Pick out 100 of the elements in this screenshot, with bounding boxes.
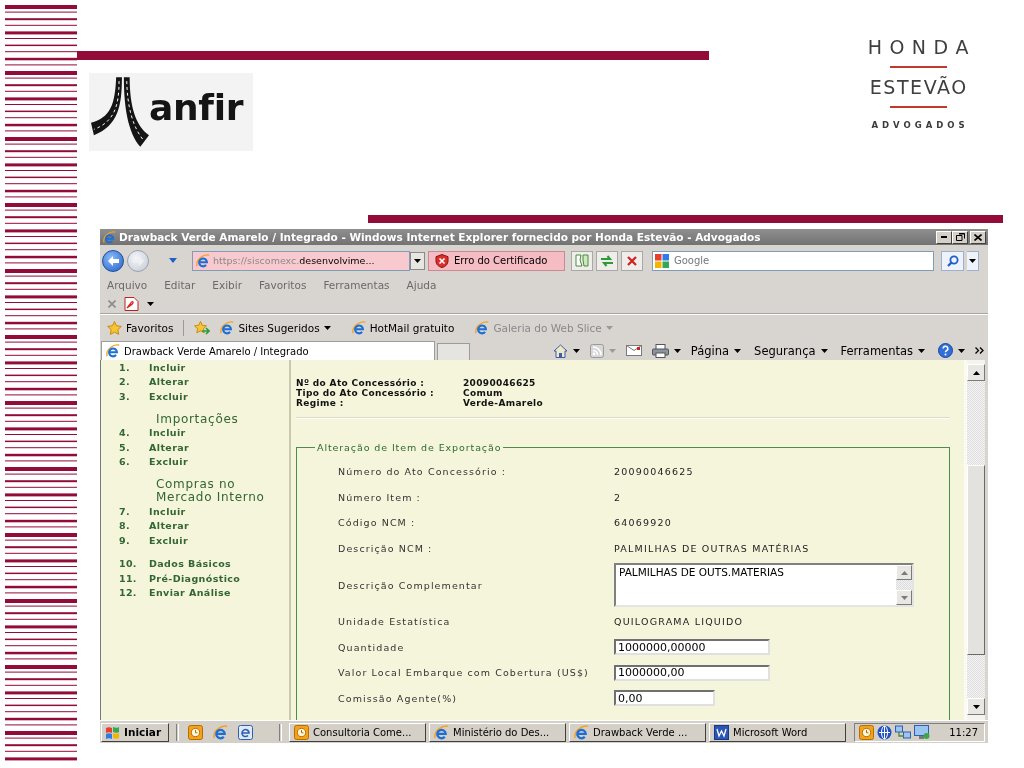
command-menu-button[interactable]: Página <box>690 343 742 358</box>
search-field[interactable]: Google <box>652 250 934 271</box>
close-button[interactable] <box>970 230 986 244</box>
menu-link[interactable]: Incluir <box>149 427 186 439</box>
caret-icon <box>820 348 828 353</box>
error-shield-icon <box>435 253 449 268</box>
printer-icon[interactable] <box>651 343 669 358</box>
menu-item[interactable]: Favoritos <box>258 279 307 291</box>
logo-tagline: ADVOGADOS <box>870 120 969 130</box>
mail-icon[interactable] <box>625 345 642 356</box>
browser-page-icon[interactable] <box>238 724 253 740</box>
group-legend: Alteração de Item de Exportação <box>315 442 504 453</box>
refresh-button[interactable] <box>596 250 618 271</box>
caret-icon[interactable] <box>673 348 681 353</box>
scroll-up-button[interactable] <box>967 364 985 381</box>
input-field[interactable]: 1000000,00000 <box>614 639 770 656</box>
browser-icon[interactable] <box>213 724 228 740</box>
chevron-icon[interactable] <box>975 347 984 354</box>
browser-icon <box>106 344 120 358</box>
maximize-button[interactable] <box>952 230 968 244</box>
up-arrow-icon <box>972 370 980 375</box>
section-heading: Compras no Mercado Interno <box>155 478 266 504</box>
scrollbar-track[interactable] <box>896 580 912 590</box>
globe-icon[interactable] <box>877 724 892 740</box>
down-arrow-icon <box>900 595 908 600</box>
menu-item[interactable]: Arquivo <box>107 279 148 291</box>
right-arrow-icon <box>132 255 144 266</box>
scrollbar-thumb[interactable] <box>967 465 985 655</box>
browser-tab[interactable]: Drawback Verde Amarelo / Integrado <box>101 341 435 360</box>
record-label: Regime : <box>296 398 345 408</box>
menu-link[interactable]: Pré-Diagnóstico <box>149 572 241 584</box>
browser-icon <box>434 724 449 740</box>
field-value: 20090046625 <box>614 466 694 478</box>
caret-icon[interactable] <box>572 348 580 353</box>
help-icon[interactable] <box>938 343 953 358</box>
field-label: Valor Local Embarque com Cobertura (US$) <box>338 667 590 679</box>
pdf-icon[interactable] <box>124 296 139 311</box>
caret-icon[interactable] <box>147 301 154 306</box>
record-value: Verde-Amarelo <box>463 398 545 408</box>
network-icon[interactable] <box>895 724 911 740</box>
taskbar-button[interactable]: Microsoft Word <box>709 722 846 742</box>
item-number: 10. <box>119 558 138 570</box>
menu-link[interactable]: Incluir <box>149 505 186 517</box>
logo-text: ESTEVÃO <box>868 77 968 98</box>
command-menu-button[interactable]: Ferramentas <box>840 343 925 358</box>
clock-icon[interactable] <box>188 724 203 740</box>
input-field[interactable]: 0,00 <box>614 690 715 707</box>
menu-link[interactable]: Excluir <box>149 534 188 546</box>
stop-button[interactable] <box>621 250 643 271</box>
item-number: 1. <box>119 361 131 373</box>
item-number: 11. <box>119 572 138 584</box>
start-button[interactable]: Iniciar <box>101 722 169 742</box>
dropdown-button[interactable] <box>410 251 425 270</box>
favorites-link[interactable]: Sites Sugeridos <box>220 320 331 335</box>
down-arrow-icon <box>972 704 980 709</box>
logo-text: HONDA <box>866 37 976 58</box>
input-field[interactable]: 1000000,00 <box>614 664 770 681</box>
command-menu-button[interactable]: Segurança <box>754 343 828 358</box>
menu-item[interactable]: Ferramentas <box>323 279 390 291</box>
menu-link[interactable]: Alterar <box>149 376 190 388</box>
certificate-error-button[interactable]: Erro do Certificado <box>428 250 565 271</box>
minimize-button[interactable] <box>936 230 952 244</box>
home-icon[interactable] <box>552 343 568 358</box>
item-number: 7. <box>119 505 131 517</box>
caret-icon <box>969 258 976 263</box>
taskbar-button[interactable]: Ministério do Des... <box>429 722 566 742</box>
menu-link[interactable]: Alterar <box>149 520 190 532</box>
back-button[interactable] <box>102 249 124 272</box>
search-icon <box>946 254 959 267</box>
menu-link[interactable]: Alterar <box>149 441 190 453</box>
caret-icon <box>414 258 421 263</box>
field-label: Quantidade <box>338 641 406 653</box>
monitor-icon[interactable] <box>914 724 930 740</box>
search-button[interactable] <box>941 250 964 271</box>
menu-link[interactable]: Dados Básicos <box>149 558 232 570</box>
search-options-button[interactable] <box>967 250 979 271</box>
taskbar-button[interactable]: Drawback Verde ... <box>569 722 706 742</box>
caret-icon[interactable] <box>958 348 965 353</box>
scroll-down-button[interactable] <box>967 698 985 715</box>
menu-link[interactable]: Excluir <box>149 456 188 468</box>
menu-link[interactable]: Incluir <box>149 361 186 373</box>
favorites-button[interactable]: Favoritos <box>107 320 174 335</box>
address-field[interactable]: https://siscomexc.desenvolvime... <box>192 250 410 271</box>
browser-icon <box>103 230 116 244</box>
text-area[interactable]: PALMILHAS DE OUTS.MATERIAS <box>614 563 914 607</box>
menu-link[interactable]: Excluir <box>149 390 188 402</box>
menu-link[interactable]: Enviar Análise <box>149 587 231 599</box>
menu-item[interactable]: Exibir <box>212 279 242 291</box>
compatibility-button[interactable] <box>571 250 593 271</box>
field-value: 2 <box>614 491 622 503</box>
item-number: 3. <box>119 390 131 402</box>
feed-icon[interactable] <box>589 343 604 358</box>
field-label: Descrição Complementar <box>338 579 484 591</box>
tiles-icon <box>655 253 669 268</box>
clock-icon[interactable] <box>859 724 874 740</box>
menu-item[interactable]: Ajuda <box>406 279 437 291</box>
browser-icon <box>220 320 235 335</box>
taskbar-button[interactable]: Consultoria Come... <box>289 722 426 742</box>
favorites-link[interactable]: HotMail gratuito <box>351 320 455 335</box>
menu-item[interactable]: Editar <box>164 279 196 291</box>
